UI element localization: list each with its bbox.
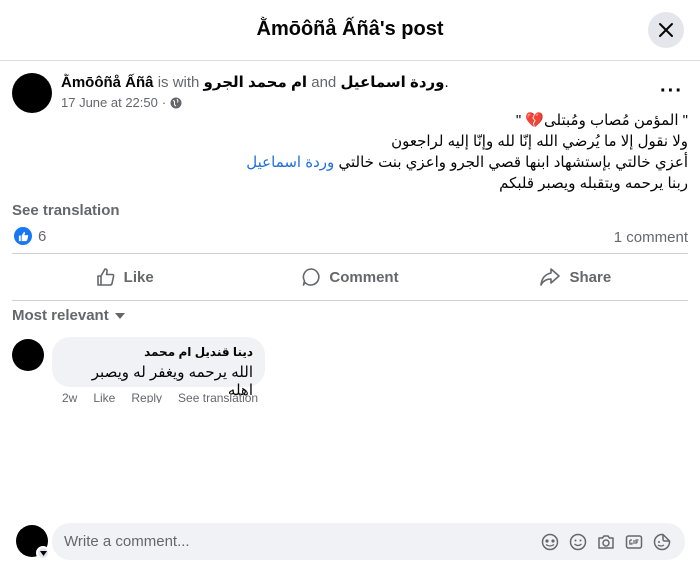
share-arrow-icon bbox=[540, 268, 561, 286]
share-button[interactable]: Share bbox=[463, 254, 688, 300]
period: . bbox=[444, 74, 449, 91]
post-author-line: Ằmōôñå Ấñâ is with ام محمد الجرو and ورد… bbox=[61, 73, 449, 91]
comment-composer bbox=[52, 523, 685, 560]
and-text: and bbox=[311, 74, 337, 91]
dialog-title: Ằmōôñå Ấñâ's post bbox=[256, 18, 444, 40]
more-options-icon[interactable]: ··· bbox=[660, 80, 683, 103]
author-name[interactable]: Ằmōôñå Ấñâ bbox=[61, 74, 154, 91]
reaction-summary[interactable]: 6 bbox=[14, 227, 46, 245]
close-button[interactable] bbox=[648, 12, 684, 48]
author-avatar[interactable] bbox=[12, 73, 52, 113]
like-label: Like bbox=[123, 268, 154, 286]
post-line-3-text: أعزي خالتي بإستشهاد ابنها قصي الجرو واعز… bbox=[338, 154, 688, 171]
post-line-4: ربنا يرحمه ويتقبله ويصبر قلبكم bbox=[499, 175, 688, 192]
comment-bubble: دينا قنديل ام محمد الله يرحمه ويغفر له و… bbox=[52, 337, 265, 399]
comment-button[interactable]: Comment bbox=[237, 254, 462, 300]
comment-reply-button[interactable]: Reply bbox=[131, 391, 162, 403]
composer-icons bbox=[539, 531, 673, 553]
post-actions: Like Comment Share bbox=[12, 254, 688, 300]
tagged-user-2[interactable]: وردة اسماعيل bbox=[340, 74, 444, 91]
post-line-3: أعزي خالتي بإستشهاد ابنها قصي الجرو واعز… bbox=[88, 152, 688, 173]
gif-icon[interactable] bbox=[623, 531, 645, 553]
sort-label: Most relevant bbox=[12, 307, 109, 324]
post-body: " المؤمن مُصاب ومُبتلى💔 " ولا نقول إلا م… bbox=[88, 110, 688, 194]
thumbs-up-icon bbox=[96, 268, 115, 286]
with-text: is with bbox=[157, 74, 200, 91]
close-icon bbox=[659, 23, 673, 37]
comment-count[interactable]: 1 comment bbox=[614, 229, 688, 246]
sticker-icon[interactable] bbox=[651, 531, 673, 553]
comment-age[interactable]: 2w bbox=[62, 391, 77, 403]
see-translation-link[interactable]: See translation bbox=[12, 202, 120, 219]
emoji-icon[interactable] bbox=[567, 531, 589, 553]
reaction-count: 6 bbox=[38, 227, 47, 245]
comment-input[interactable] bbox=[64, 533, 539, 550]
like-button[interactable]: Like bbox=[12, 254, 237, 300]
comment-meta: 2w Like Reply See translation bbox=[62, 391, 258, 403]
post-line-1: " المؤمن مُصاب ومُبتلى💔 " bbox=[515, 112, 688, 129]
camera-icon[interactable] bbox=[595, 531, 617, 553]
tagged-user-1[interactable]: ام محمد الجرو bbox=[204, 74, 308, 91]
avatar-caret-icon[interactable] bbox=[36, 546, 50, 560]
post-timestamp[interactable]: 17 June at 22:50 bbox=[61, 95, 158, 110]
comment-label: Comment bbox=[329, 268, 399, 286]
comment-like-button[interactable]: Like bbox=[93, 391, 115, 403]
comment-see-translation[interactable]: See translation bbox=[178, 391, 258, 403]
dialog-header: Ằmōôñå Ấñâ's post bbox=[0, 0, 700, 61]
caret-down-icon bbox=[114, 312, 125, 319]
share-label: Share bbox=[569, 268, 612, 286]
comment-bubble-icon bbox=[303, 268, 320, 286]
mention-link[interactable]: وردة اسماعيل bbox=[246, 154, 334, 171]
divider bbox=[12, 300, 688, 301]
globe-icon bbox=[170, 97, 182, 108]
post-line-2: ولا نقول إلا ما يُرضي الله إنّا لله وإنّ… bbox=[391, 133, 688, 150]
commenter-name[interactable]: دينا قنديل ام محمد bbox=[64, 345, 253, 359]
comment-sort-dropdown[interactable]: Most relevant bbox=[12, 307, 125, 324]
commenter-avatar[interactable] bbox=[12, 339, 44, 371]
avatar-sticker-icon[interactable] bbox=[539, 531, 561, 553]
meta-dot: · bbox=[161, 95, 167, 110]
post-meta: 17 June at 22:50 · bbox=[61, 95, 182, 110]
like-reaction-icon bbox=[14, 227, 32, 245]
